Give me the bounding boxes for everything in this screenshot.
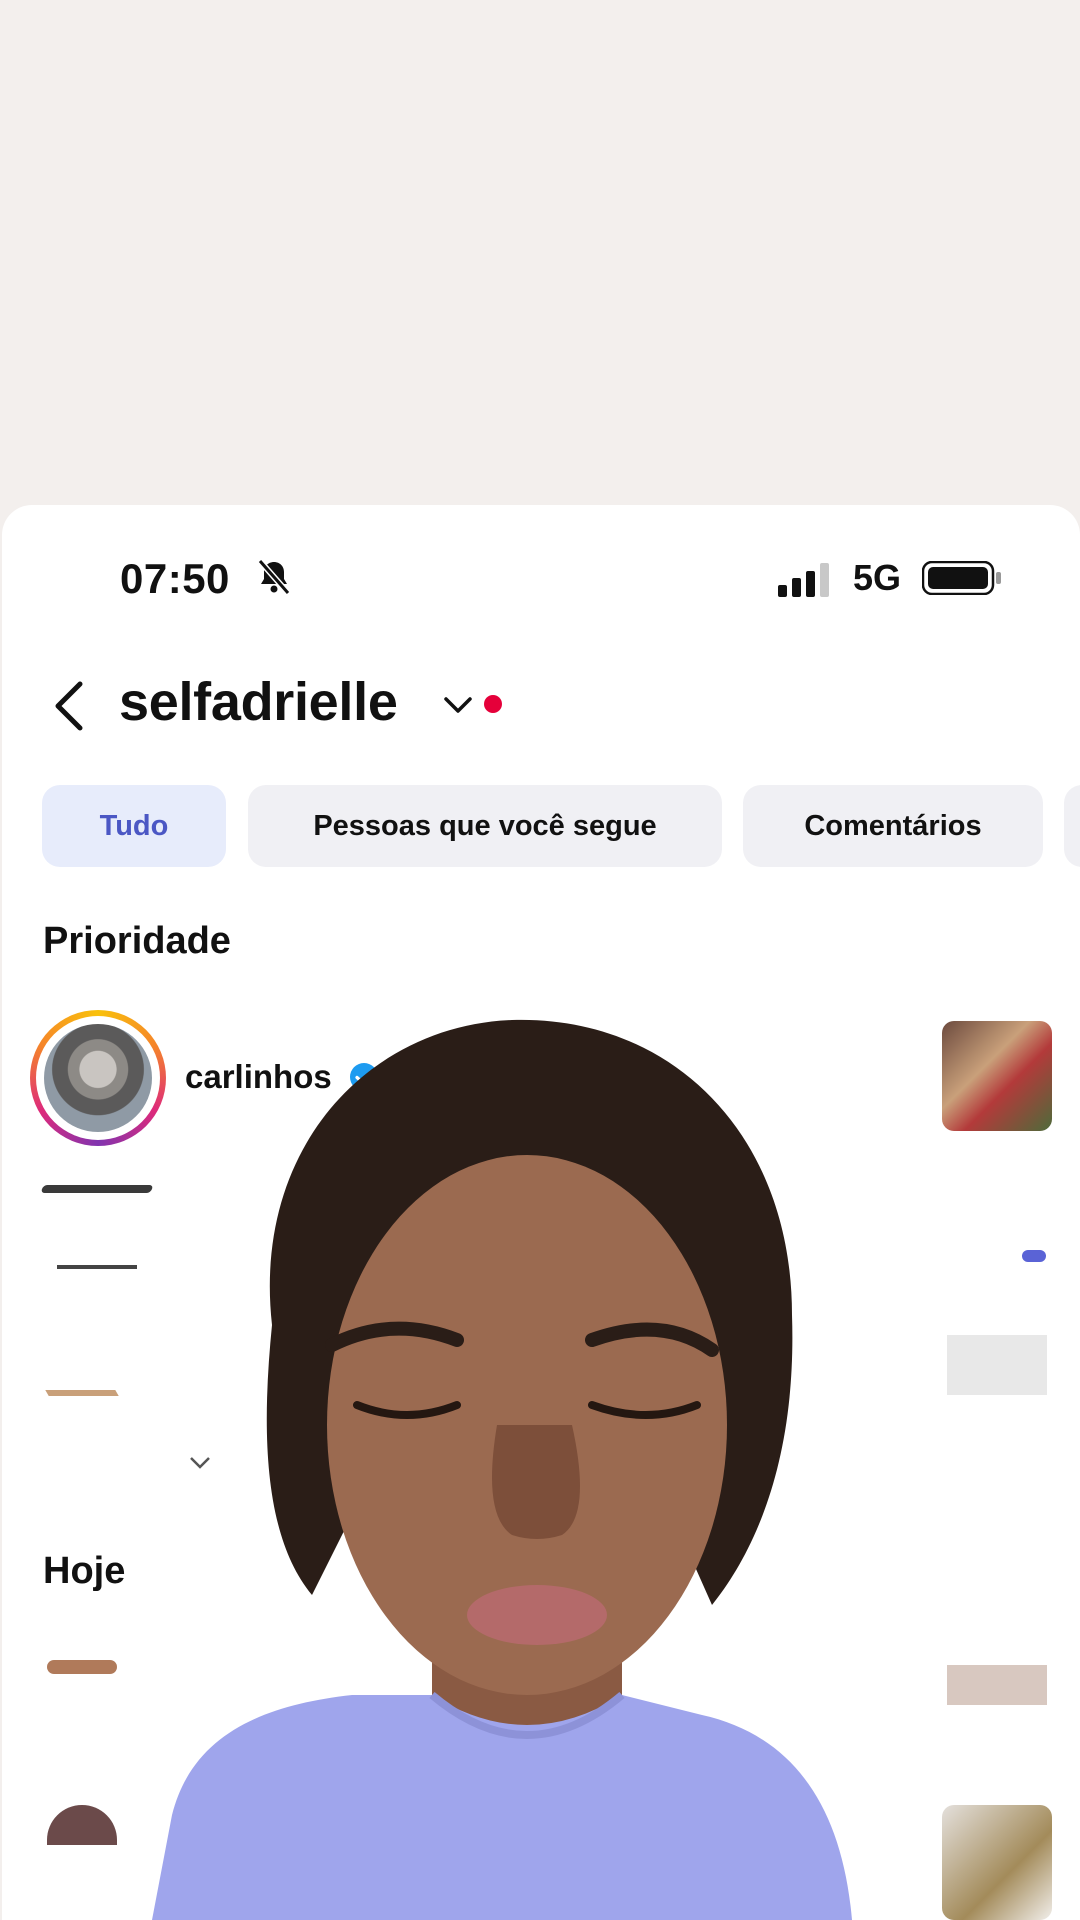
bell-slash-icon <box>257 559 291 595</box>
obscured-text-fragment <box>1022 1250 1046 1262</box>
tab-comentarios[interactable]: Comentários <box>743 785 1043 867</box>
network-label: 5G <box>853 557 902 598</box>
signal-icon <box>778 563 829 597</box>
tab-pessoas-que-voce-segue[interactable]: Pessoas que você segue <box>248 785 722 867</box>
chevron-down-icon[interactable] <box>442 693 474 717</box>
new-activity-dot <box>484 695 502 713</box>
obscured-thumbnail-fragment <box>947 1665 1047 1705</box>
obscured-text-fragment <box>45 1390 119 1396</box>
battery-icon <box>922 561 1001 595</box>
obscured-text-fragment <box>57 1265 137 1269</box>
tab-more[interactable] <box>1064 785 1080 867</box>
obscured-avatar-fragment <box>47 1805 117 1845</box>
status-time: 07:50 <box>120 555 230 602</box>
tab-tudo[interactable]: Tudo <box>42 785 226 867</box>
post-thumbnail[interactable] <box>942 1021 1052 1131</box>
top-background <box>0 0 1080 505</box>
avatar-image <box>44 1024 152 1132</box>
person-overlay-image <box>152 1019 852 1920</box>
account-username[interactable]: selfadrielle <box>119 671 398 733</box>
notifications-screen: 07:50 5G selfadrielle Tudo Pessoas que v… <box>2 505 1080 1920</box>
avatar-border <box>36 1016 160 1140</box>
section-title-hoje: Hoje <box>43 1550 126 1592</box>
obscured-thumbnail-fragment <box>947 1335 1047 1395</box>
obscured-avatar-fragment <box>47 1660 117 1674</box>
section-title-prioridade: Prioridade <box>43 920 231 962</box>
obscured-thumbnail-fragment <box>942 1805 1052 1920</box>
avatar[interactable] <box>30 1010 166 1146</box>
back-arrow-icon[interactable] <box>50 678 90 734</box>
obscured-avatar-fragment <box>40 1185 154 1193</box>
